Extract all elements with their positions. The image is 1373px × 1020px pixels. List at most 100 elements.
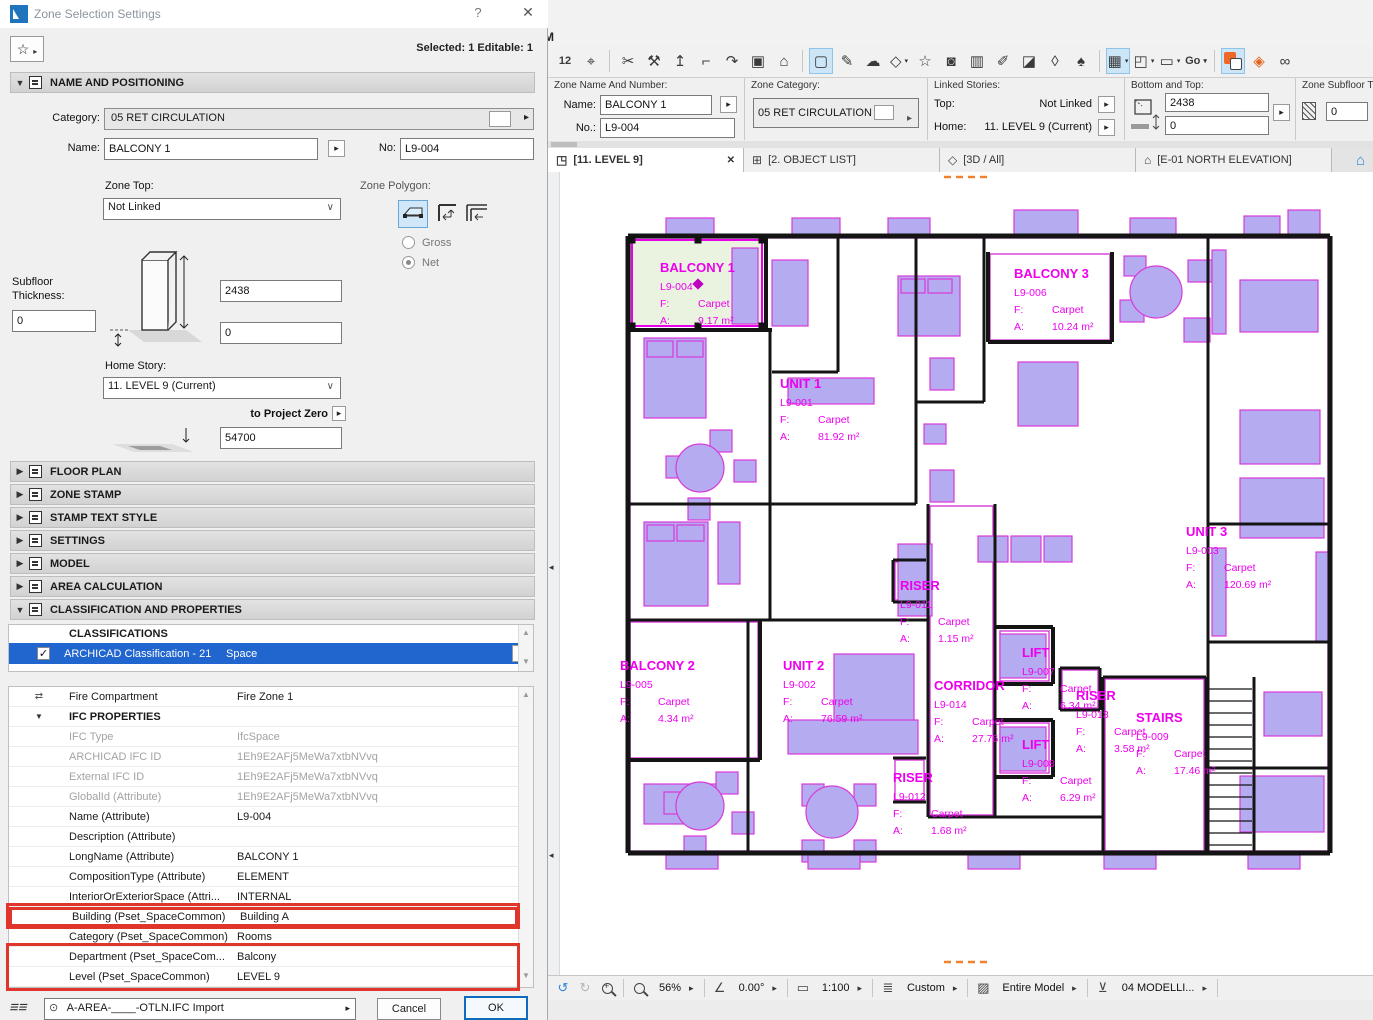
gross-radio[interactable] <box>402 236 415 249</box>
trace-reference-icon[interactable] <box>1221 48 1245 74</box>
floor-plan-canvas[interactable]: BALCONY 1L9-004F:CarpetA:9.17 m²BALCONY … <box>548 172 1373 975</box>
go-button[interactable]: Go▾ <box>1184 48 1208 74</box>
help-button[interactable]: ? <box>468 5 488 23</box>
zone-top-offset-input[interactable] <box>220 280 342 302</box>
marquee-icon[interactable]: ▢ <box>809 48 833 74</box>
favorites-button[interactable]: ☆ ▸ <box>10 36 44 62</box>
property-row-ifc-properties[interactable]: ▼IFC PROPERTIES <box>9 707 518 727</box>
section-model[interactable]: ▶MODEL <box>10 553 535 574</box>
classifications-scrollbar[interactable]: ▲ ▼ <box>518 625 533 671</box>
model-filter-icon[interactable]: ▨ <box>972 980 994 996</box>
clipboard-icon[interactable]: ▥ <box>965 48 989 74</box>
property-row-level-pset-spacecommon-[interactable]: Level (Pset_SpaceCommon)LEVEL 9 <box>9 967 518 987</box>
zone-polygon-outer-button[interactable] <box>462 200 492 228</box>
section-zone-stamp[interactable]: ▶ZONE STAMP <box>10 484 535 505</box>
zone-category-combo[interactable]: 05 RET CIRCULATION ▸ <box>753 98 919 128</box>
infobox-scroll-thumb[interactable] <box>551 142 577 147</box>
subfloor-thickness-input[interactable] <box>12 310 96 332</box>
section-classification-and-properties[interactable]: ▼CLASSIFICATION AND PROPERTIES <box>10 599 535 620</box>
zone-no-input[interactable] <box>400 138 534 160</box>
checkbox-checked-icon[interactable]: ✓ <box>37 647 50 660</box>
pen-set-combo[interactable]: ⊙ A-AREA-____-OTLN.IFC Import ▸ <box>44 998 356 1020</box>
section-floor-plan[interactable]: ▶FLOOR PLAN <box>10 461 535 482</box>
property-row-archicad-ifc-id[interactable]: ARCHICAD IFC ID1Eh9E2AFj5MeWa7xtbNVvq <box>9 747 518 767</box>
top-story-flyout[interactable]: ▸ <box>1098 96 1115 113</box>
chevron-right-icon[interactable]: ▸ <box>953 983 964 994</box>
home-story-flyout[interactable]: ▸ <box>1098 119 1115 136</box>
zone-name-flyout[interactable]: ▸ <box>328 140 345 157</box>
dimension-icon[interactable]: 12 <box>553 48 577 74</box>
fit-marquee-icon[interactable]: ⌖ <box>579 48 603 74</box>
chevron-right-icon[interactable]: ▸ <box>857 983 868 994</box>
property-row-compositiontype-attribute-[interactable]: CompositionType (Attribute)ELEMENT <box>9 867 518 887</box>
zone-no-input[interactable] <box>600 118 735 138</box>
view-3d-icon[interactable]: ◰▾ <box>1132 48 1156 74</box>
capture-icon[interactable]: ◙ <box>939 48 963 74</box>
ok-button[interactable]: OK <box>464 996 528 1020</box>
property-row-longname-attribute-[interactable]: LongName (Attribute)BALCONY 1 <box>9 847 518 867</box>
net-radio[interactable] <box>402 256 415 269</box>
zone-name-flyout[interactable]: ▸ <box>720 96 737 113</box>
scale-icon[interactable]: ▭ <box>792 980 814 996</box>
dialog-titlebar[interactable]: Zone Selection Settings ? ✕ <box>0 0 548 28</box>
tab--11-level-9-[interactable]: ◳[11. LEVEL 9]✕ <box>548 148 744 172</box>
collapse-left-icon[interactable]: ◂ <box>549 850 554 861</box>
property-row-category-pset-spacecommon-[interactable]: Category (Pset_SpaceCommon)Rooms <box>9 927 518 947</box>
chevron-right-icon[interactable]: ▸ <box>1202 983 1213 994</box>
section-stamp-text-style[interactable]: ▶STAMP TEXT STYLE <box>10 507 535 528</box>
tab--3d-all-[interactable]: ◇[3D / All] <box>940 148 1136 172</box>
property-row-description-attribute-[interactable]: Description (Attribute) <box>9 827 518 847</box>
cancel-button[interactable]: Cancel <box>377 998 441 1020</box>
pen-set-icon[interactable]: ≡≡ <box>8 999 29 1016</box>
collapse-left-icon[interactable]: ◂ <box>549 562 554 573</box>
zone-top-offset-input[interactable] <box>1165 93 1269 112</box>
stretch-icon[interactable]: ▣ <box>746 48 770 74</box>
zoom-in-icon[interactable] <box>602 983 613 994</box>
pickup-params-icon[interactable]: ✐ <box>991 48 1015 74</box>
pane-divider[interactable]: ◂ ◂ <box>548 172 560 975</box>
tab-close-icon[interactable]: ✕ <box>713 155 735 166</box>
virtual-trace-icon[interactable]: ◈ <box>1247 48 1271 74</box>
intersect-icon[interactable]: ⌐ <box>694 48 718 74</box>
zone-polygon-3d-button[interactable] <box>398 200 428 228</box>
zone-top-dropdown[interactable]: Not Linked ∨ <box>103 198 341 220</box>
zone-bottom-offset-input[interactable] <box>220 322 342 344</box>
link-icon[interactable]: ∞ <box>1273 48 1297 74</box>
scroll-down-icon[interactable]: ▼ <box>519 971 533 980</box>
zoom-extent-icon[interactable] <box>634 983 645 994</box>
zone-polygon-inner-button[interactable] <box>432 200 462 228</box>
zone-name-input[interactable] <box>600 95 712 115</box>
classification-row[interactable]: ✓ ARCHICAD Classification - 21 Space ▸ <box>9 643 533 664</box>
property-row-interiororexteriorspace-attri-[interactable]: InteriorOrExteriorSpace (Attri...INTERNA… <box>9 887 518 907</box>
elevation-icon[interactable]: ↥ <box>668 48 692 74</box>
orientation-icon[interactable]: ∠ <box>709 980 731 996</box>
chevron-right-icon[interactable]: ▸ <box>772 983 783 994</box>
zone-name-input[interactable] <box>104 138 318 160</box>
property-row-building-pset-spacecommon-[interactable]: Building (Pset_SpaceCommon)Building A <box>9 907 518 927</box>
tab-extra-icon[interactable]: ⌂ <box>1348 148 1373 172</box>
property-row-external-ifc-id[interactable]: External IFC ID1Eh9E2AFj5MeWa7xtbNVvq <box>9 767 518 787</box>
tab--e-01-north-elevation-[interactable]: ⌂[E-01 NORTH ELEVATION] <box>1136 148 1332 172</box>
scroll-up-icon[interactable]: ▲ <box>519 690 533 699</box>
inject-params-icon[interactable]: ◪ <box>1017 48 1041 74</box>
property-row-fire-compartment[interactable]: ⇄Fire CompartmentFire Zone 1 <box>9 687 518 707</box>
property-row-name-attribute-[interactable]: Name (Attribute)L9-004 <box>9 807 518 827</box>
chevron-right-icon[interactable]: ▸ <box>1072 983 1083 994</box>
infobox-scrollbar[interactable] <box>548 141 1373 148</box>
zone-bottom-offset-input[interactable] <box>1165 116 1269 135</box>
tab--2-object-list-[interactable]: ⊞[2. OBJECT LIST] <box>744 148 940 172</box>
tag-icon[interactable]: ◊ <box>1043 48 1067 74</box>
section-settings[interactable]: ▶SETTINGS <box>10 530 535 551</box>
undo-view-icon[interactable]: ↺ <box>552 980 574 996</box>
section-area-calculation[interactable]: ▶AREA CALCULATION <box>10 576 535 597</box>
close-button[interactable]: ✕ <box>516 4 540 24</box>
markup-cloud-icon[interactable]: ☁ <box>861 48 885 74</box>
chevron-right-icon[interactable]: ▸ <box>689 983 700 994</box>
bottom-top-flyout[interactable]: ▸ <box>1273 104 1290 121</box>
zone-subfloor-input[interactable] <box>1326 102 1368 121</box>
window-icon[interactable]: ▭▾ <box>1158 48 1182 74</box>
rotate-icon[interactable]: ◇▾ <box>887 48 911 74</box>
property-row-ifc-type[interactable]: IFC TypeIfcSpace <box>9 727 518 747</box>
property-row-department-pset-spacecom-[interactable]: Department (Pset_SpaceCom...Balcony <box>9 947 518 967</box>
adjust-icon[interactable]: ⚒ <box>642 48 666 74</box>
